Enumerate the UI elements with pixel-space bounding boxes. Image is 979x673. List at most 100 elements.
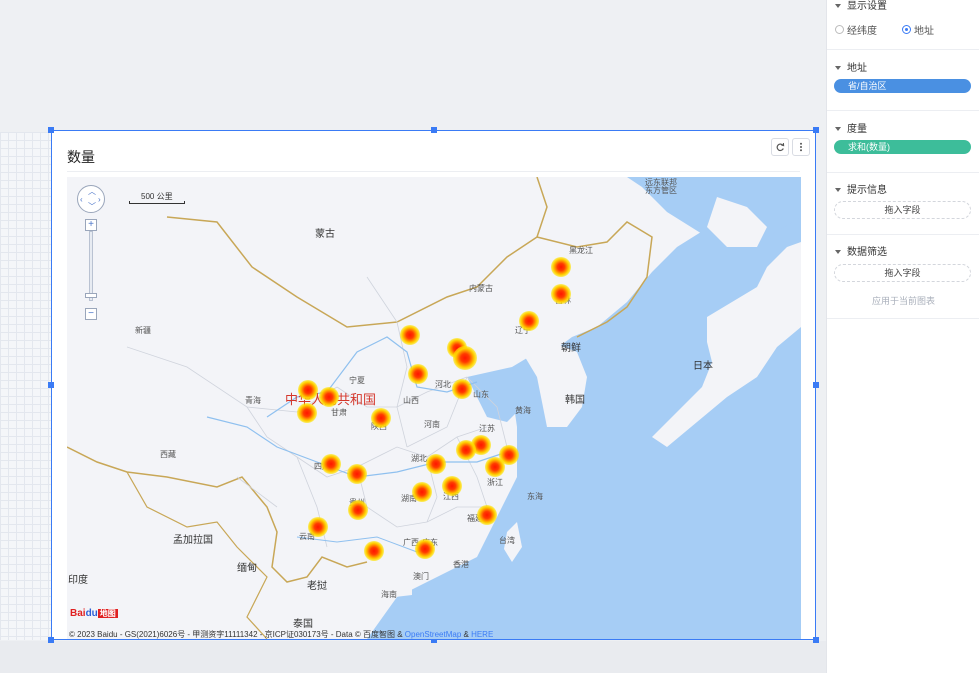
hotspot[interactable] bbox=[348, 500, 368, 520]
resize-handle-top[interactable] bbox=[431, 127, 437, 133]
widget-divider bbox=[67, 171, 800, 172]
label-macau: 澳门 bbox=[413, 572, 429, 581]
refresh-button[interactable] bbox=[771, 138, 789, 156]
hotspot[interactable] bbox=[456, 440, 476, 460]
zoom-out-button[interactable]: − bbox=[85, 308, 97, 320]
hotspot[interactable] bbox=[371, 408, 391, 428]
more-vertical-icon bbox=[800, 142, 802, 152]
hotspot[interactable] bbox=[321, 454, 341, 474]
label-henan: 河南 bbox=[424, 420, 440, 429]
hotspot[interactable] bbox=[297, 403, 317, 423]
more-button[interactable] bbox=[792, 138, 810, 156]
resize-handle-bl[interactable] bbox=[48, 637, 54, 643]
pan-up-icon[interactable]: ︿ bbox=[88, 188, 96, 196]
map-scale-bar bbox=[129, 201, 185, 204]
hotspot[interactable] bbox=[442, 476, 462, 496]
mongolia-border bbox=[166, 177, 548, 328]
resize-handle-left[interactable] bbox=[48, 382, 54, 388]
zoom-in-button[interactable]: + bbox=[85, 219, 97, 231]
hotspot[interactable] bbox=[298, 380, 318, 400]
hotspot[interactable] bbox=[400, 325, 420, 345]
label-india: 印度 bbox=[68, 575, 88, 586]
map-copyright: © 2023 Baidu - GS(2021)6026号 - 甲测资字11111… bbox=[69, 630, 494, 639]
map-pan-control[interactable]: ︿ ﹀ ‹ › bbox=[77, 185, 105, 213]
label-japan: 日本 bbox=[693, 361, 713, 372]
label-qinghai: 青海 bbox=[245, 396, 261, 405]
label-north-korea: 朝鲜 bbox=[561, 343, 581, 354]
hotspot[interactable] bbox=[415, 539, 435, 559]
hotspot[interactable] bbox=[453, 346, 477, 370]
section-title-address[interactable]: 地址 bbox=[835, 59, 867, 74]
section-tooltip: 提示信息 拖入字段 bbox=[827, 172, 979, 235]
hotspot[interactable] bbox=[408, 364, 428, 384]
osm-link[interactable]: OpenStreetMap bbox=[405, 630, 461, 639]
widget-title: 数量 bbox=[67, 149, 95, 165]
label-laos: 老挝 bbox=[307, 581, 327, 592]
radio-icon bbox=[835, 25, 844, 34]
map-base bbox=[67, 177, 801, 639]
label-gansu: 甘肃 bbox=[331, 408, 347, 417]
resize-handle-br[interactable] bbox=[813, 637, 819, 643]
section-title-tooltip[interactable]: 提示信息 bbox=[835, 181, 887, 196]
section-display-settings: 显示设置 经纬度 地址 bbox=[827, 0, 979, 50]
hotspot[interactable] bbox=[485, 457, 505, 477]
hotspot[interactable] bbox=[551, 284, 571, 304]
resize-handle-tl[interactable] bbox=[48, 127, 54, 133]
resize-handle-right[interactable] bbox=[813, 382, 819, 388]
hotspot[interactable] bbox=[519, 311, 539, 331]
india-border bbox=[126, 471, 268, 639]
label-heilongjiang: 黑龙江 bbox=[569, 246, 593, 255]
hotspot[interactable] bbox=[308, 517, 328, 537]
label-taiwan: 台湾 bbox=[499, 536, 515, 545]
label-hainan: 海南 bbox=[381, 590, 397, 599]
hotspot[interactable] bbox=[319, 387, 339, 407]
label-neimenggu: 内蒙古 bbox=[469, 284, 493, 293]
address-field-pill[interactable]: 省/自治区 bbox=[834, 79, 971, 93]
zoom-slider-thumb[interactable] bbox=[85, 293, 97, 298]
hotspot[interactable] bbox=[412, 482, 432, 502]
label-mongolia: 蒙古 bbox=[315, 229, 335, 240]
baidu-map-logo: Baidu 地图 bbox=[70, 608, 118, 619]
label-bangladesh: 孟加拉国 bbox=[173, 535, 213, 546]
province-lines bbox=[126, 276, 508, 548]
caret-down-icon bbox=[835, 66, 841, 71]
filter-drop-zone[interactable]: 拖入字段 bbox=[834, 264, 971, 282]
caret-down-icon bbox=[835, 127, 841, 132]
label-east-sea: 东海 bbox=[527, 492, 543, 501]
pan-right-icon[interactable]: › bbox=[98, 196, 101, 204]
measure-field-pill[interactable]: 求和(数量) bbox=[834, 140, 971, 154]
hotspot[interactable] bbox=[452, 379, 472, 399]
zoom-slider[interactable] bbox=[89, 231, 93, 301]
canvas-bottom bbox=[0, 641, 826, 673]
radio-address[interactable]: 地址 bbox=[902, 22, 934, 37]
hotspot[interactable] bbox=[426, 454, 446, 474]
label-yellow-sea: 黄海 bbox=[515, 406, 531, 415]
section-address: 地址 省/自治区 bbox=[827, 49, 979, 111]
label-xinjiang: 新疆 bbox=[135, 326, 151, 335]
refresh-icon bbox=[776, 143, 785, 152]
label-shanxi: 山西 bbox=[403, 396, 419, 405]
hotspot[interactable] bbox=[477, 505, 497, 525]
hotspot[interactable] bbox=[364, 541, 384, 561]
pan-left-icon[interactable]: ‹ bbox=[80, 196, 83, 204]
label-zhejiang: 浙江 bbox=[487, 478, 503, 487]
section-filter: 数据筛选 拖入字段 应用于当前图表 bbox=[827, 234, 979, 319]
chart-widget[interactable]: 数量 蒙古 新疆 西藏 青海 甘肃 云南 山西 河南 湖北 湖南 江西 广西 福… bbox=[48, 127, 819, 643]
caret-down-icon bbox=[835, 250, 841, 255]
pan-down-icon[interactable]: ﹀ bbox=[88, 203, 96, 211]
radio-latlng[interactable]: 经纬度 bbox=[835, 22, 877, 37]
section-title-filter[interactable]: 数据筛选 bbox=[835, 243, 887, 258]
section-title-display[interactable]: 显示设置 bbox=[835, 0, 887, 12]
tooltip-drop-zone[interactable]: 拖入字段 bbox=[834, 201, 971, 219]
map-canvas[interactable]: 蒙古 中华人民共和国 新疆 西藏 青海 甘肃 四川 云南 贵州 陕西 山西 河南… bbox=[67, 177, 801, 639]
hotspot[interactable] bbox=[347, 464, 367, 484]
here-link[interactable]: HERE bbox=[471, 630, 493, 639]
south-river bbox=[296, 536, 418, 553]
label-far-east2: 东方管区 bbox=[645, 186, 677, 195]
resize-handle-tr[interactable] bbox=[813, 127, 819, 133]
section-title-measure[interactable]: 度量 bbox=[835, 120, 867, 135]
caret-down-icon bbox=[835, 188, 841, 193]
filter-hint: 应用于当前图表 bbox=[871, 296, 935, 306]
hotspot[interactable] bbox=[551, 257, 571, 277]
label-south-korea: 韩国 bbox=[565, 395, 585, 406]
